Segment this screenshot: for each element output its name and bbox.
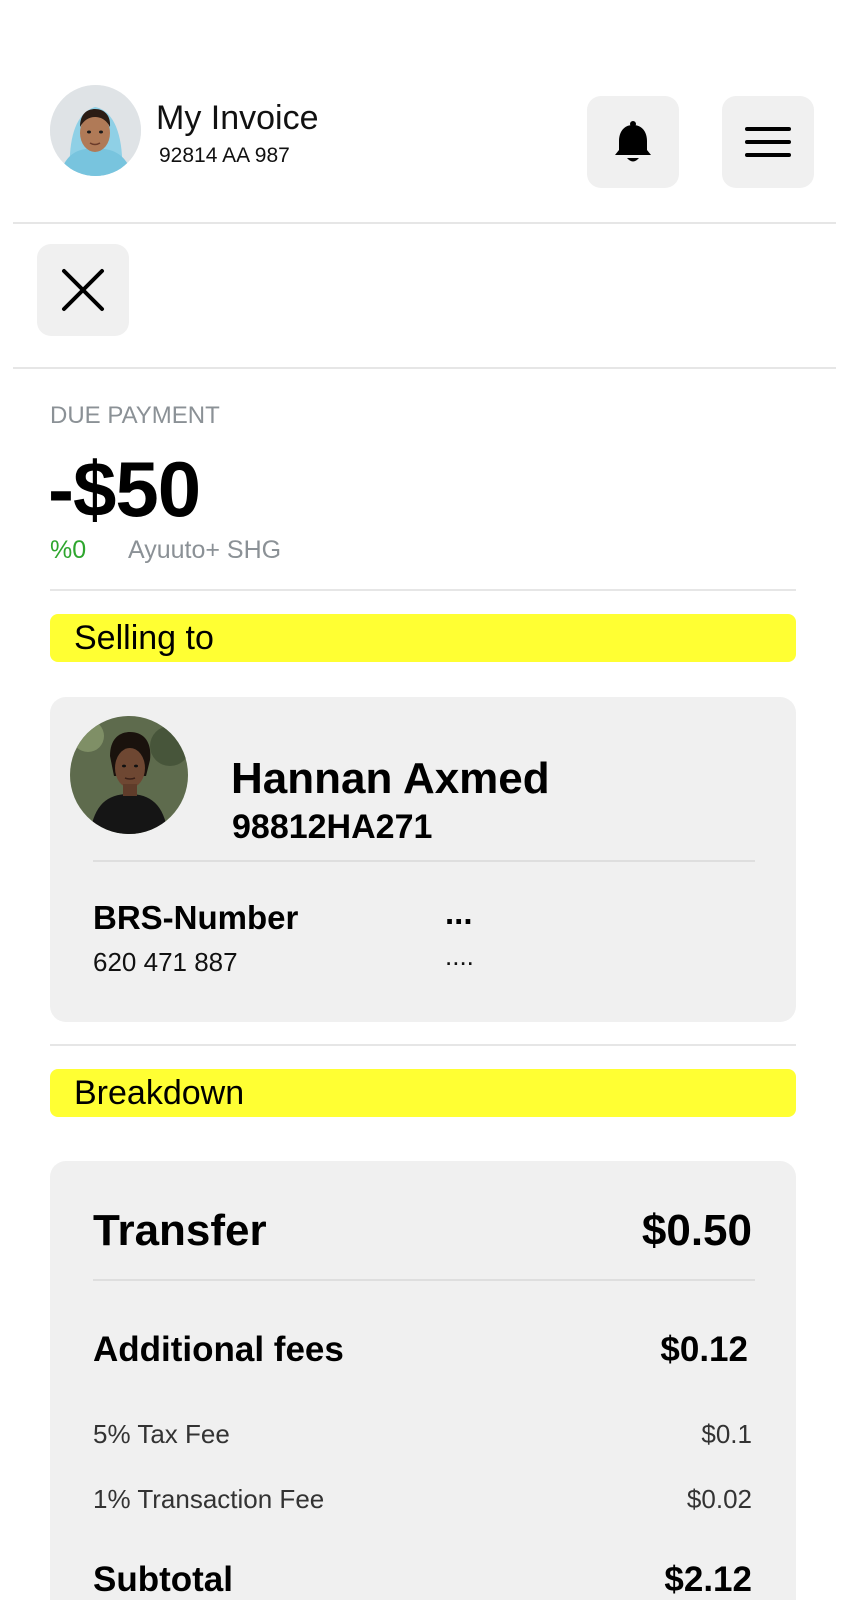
extra-field-value: .... xyxy=(445,941,474,971)
user-avatar-image xyxy=(50,85,141,176)
tax-fee-label: 5% Tax Fee xyxy=(93,1419,230,1449)
close-button[interactable] xyxy=(37,244,129,336)
section-selling-to: Selling to xyxy=(50,614,796,662)
transfer-value: $0.50 xyxy=(641,1206,752,1255)
brs-number-value: 620 471 887 xyxy=(93,947,238,977)
seller-card-divider xyxy=(93,860,755,862)
due-payment-amount: -$50 xyxy=(48,445,201,533)
additional-fees-value: $0.12 xyxy=(660,1330,748,1369)
due-group-name: Ayuuto+ SHG xyxy=(128,536,282,564)
extra-field-label: ... xyxy=(445,894,473,931)
app-header: My Invoice 92814 AA 987 xyxy=(0,0,841,224)
user-avatar[interactable] xyxy=(50,85,141,176)
subtotal-label: Subtotal xyxy=(93,1560,233,1599)
due-payment-label: DUE PAYMENT xyxy=(50,402,220,429)
seller-id: 98812HA271 xyxy=(232,808,433,846)
subtotal-value: $2.12 xyxy=(664,1560,752,1599)
transfer-label: Transfer xyxy=(93,1206,267,1255)
transaction-fee-value: $0.02 xyxy=(686,1484,752,1514)
menu-icon xyxy=(745,127,791,157)
breakdown-divider xyxy=(93,1279,755,1281)
seller-avatar xyxy=(70,716,188,834)
header-divider xyxy=(13,222,836,224)
close-icon xyxy=(62,269,104,311)
seller-avatar-image xyxy=(70,716,188,834)
section-selling-to-label: Selling to xyxy=(74,619,214,657)
seller-card: Hannan Axmed 98812HA271 BRS-Number 620 4… xyxy=(50,697,796,1022)
breakdown-card: Transfer $0.50 Additional fees $0.12 5% … xyxy=(50,1161,796,1600)
account-id: 92814 AA 987 xyxy=(159,144,290,167)
additional-fees-label: Additional fees xyxy=(93,1330,344,1369)
seller-divider xyxy=(50,1044,796,1046)
bell-icon xyxy=(615,121,651,162)
menu-button[interactable] xyxy=(722,96,814,188)
page-title: My Invoice xyxy=(156,99,319,137)
seller-name: Hannan Axmed xyxy=(231,754,550,803)
tax-fee-value: $0.1 xyxy=(701,1419,752,1449)
section-breakdown: Breakdown xyxy=(50,1069,796,1117)
due-percent: %0 xyxy=(50,536,87,564)
due-divider xyxy=(50,589,796,591)
notifications-button[interactable] xyxy=(587,96,679,188)
transaction-fee-label: 1% Transaction Fee xyxy=(93,1484,325,1514)
brs-number-label: BRS-Number xyxy=(93,899,299,936)
toolbar-divider xyxy=(13,367,836,369)
section-breakdown-label: Breakdown xyxy=(74,1074,245,1112)
